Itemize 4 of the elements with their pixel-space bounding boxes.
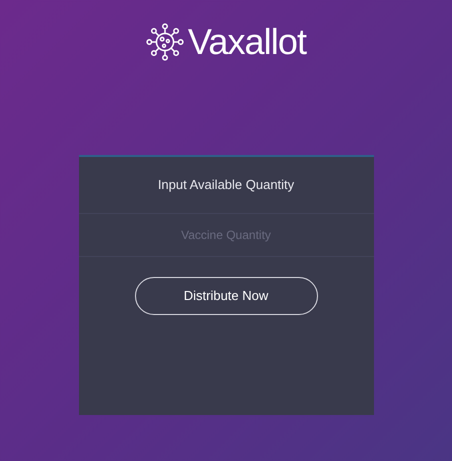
- virus-icon: [146, 23, 184, 61]
- logo-text: Vaxallot: [188, 24, 306, 60]
- card-title: Input Available Quantity: [158, 176, 294, 194]
- distribute-button[interactable]: Distribute Now: [134, 276, 318, 314]
